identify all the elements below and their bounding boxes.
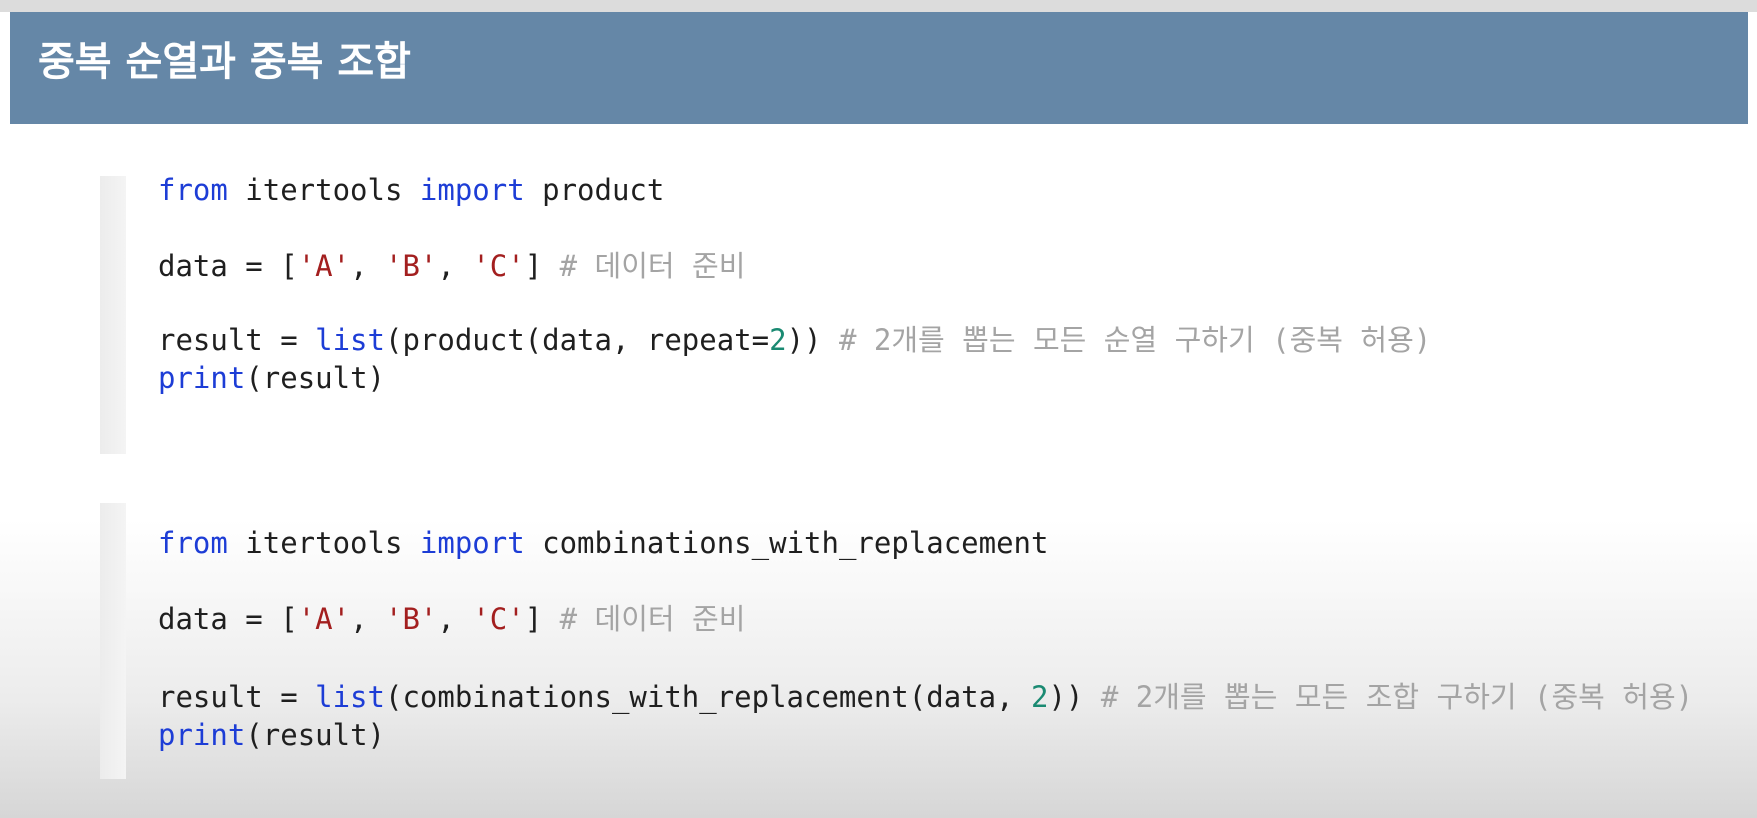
- keyword-import: import: [419, 526, 525, 560]
- module-name: itertools: [227, 526, 420, 560]
- builtin-function: print: [158, 718, 246, 752]
- string-literal: 'A': [297, 602, 351, 636]
- keyword-from: from: [158, 173, 228, 207]
- code-text: data = [: [158, 249, 298, 283]
- code-text: )): [1048, 680, 1101, 714]
- code-line-import: from itertools import combinations_with_…: [158, 529, 1048, 558]
- top-strip: [0, 0, 1757, 12]
- slide-header: 중복 순열과 중복 조합: [10, 12, 1748, 124]
- code-text: ]: [524, 249, 560, 283]
- code-text: data = [: [158, 602, 298, 636]
- string-literal: 'C': [472, 602, 525, 636]
- builtin-function: print: [158, 361, 246, 395]
- code-content: from itertools import product data = ['A…: [158, 176, 1431, 482]
- imported-name: product: [524, 173, 665, 207]
- code-text: result =: [158, 680, 316, 714]
- code-content: from itertools import combinations_with_…: [158, 503, 1693, 809]
- string-literal: 'B': [385, 602, 438, 636]
- code-comment: # 데이터 준비: [559, 249, 746, 283]
- code-comment: # 2개를 뽑는 모든 순열 구하기 (중복 허용): [838, 323, 1432, 357]
- builtin-function: list: [315, 323, 385, 357]
- code-block-bar: [100, 503, 126, 779]
- code-text: (result): [245, 361, 385, 395]
- number-literal: 2: [769, 323, 787, 357]
- code-line-result: result = list(product(data, repeat=2)) #…: [158, 326, 1431, 355]
- code-line-import: from itertools import product: [158, 176, 664, 205]
- code-line-print: print(result): [158, 721, 385, 750]
- code-line-data: data = ['A', 'B', 'C'] # 데이터 준비: [158, 252, 745, 281]
- code-text: ]: [524, 602, 560, 636]
- keyword-from: from: [158, 526, 228, 560]
- code-text: )): [786, 323, 839, 357]
- code-block-combinations: from itertools import combinations_with_…: [100, 503, 1750, 779]
- string-literal: 'A': [297, 249, 351, 283]
- code-block-product: from itertools import product data = ['A…: [100, 176, 1750, 454]
- code-line-data: data = ['A', 'B', 'C'] # 데이터 준비: [158, 605, 745, 634]
- code-text: ,: [437, 249, 473, 283]
- slide-title: 중복 순열과 중복 조합: [38, 39, 411, 85]
- code-block-bar: [100, 176, 126, 454]
- code-line-result: result = list(combinations_with_replacem…: [158, 683, 1693, 712]
- code-text: result =: [158, 323, 316, 357]
- code-text: (product(data, repeat=: [384, 323, 770, 357]
- imported-name: combinations_with_replacement: [524, 526, 1049, 560]
- string-literal: 'C': [472, 249, 525, 283]
- builtin-function: list: [315, 680, 385, 714]
- module-name: itertools: [227, 173, 420, 207]
- code-line-print: print(result): [158, 364, 385, 393]
- code-comment: # 데이터 준비: [559, 602, 746, 636]
- keyword-import: import: [419, 173, 525, 207]
- number-literal: 2: [1031, 680, 1049, 714]
- code-text: ,: [350, 249, 385, 283]
- code-text: (combinations_with_replacement(data,: [384, 680, 1031, 714]
- code-comment: # 2개를 뽑는 모든 조합 구하기 (중복 허용): [1100, 680, 1694, 714]
- code-text: ,: [437, 602, 473, 636]
- string-literal: 'B': [385, 249, 438, 283]
- code-text: (result): [245, 718, 385, 752]
- code-text: ,: [350, 602, 385, 636]
